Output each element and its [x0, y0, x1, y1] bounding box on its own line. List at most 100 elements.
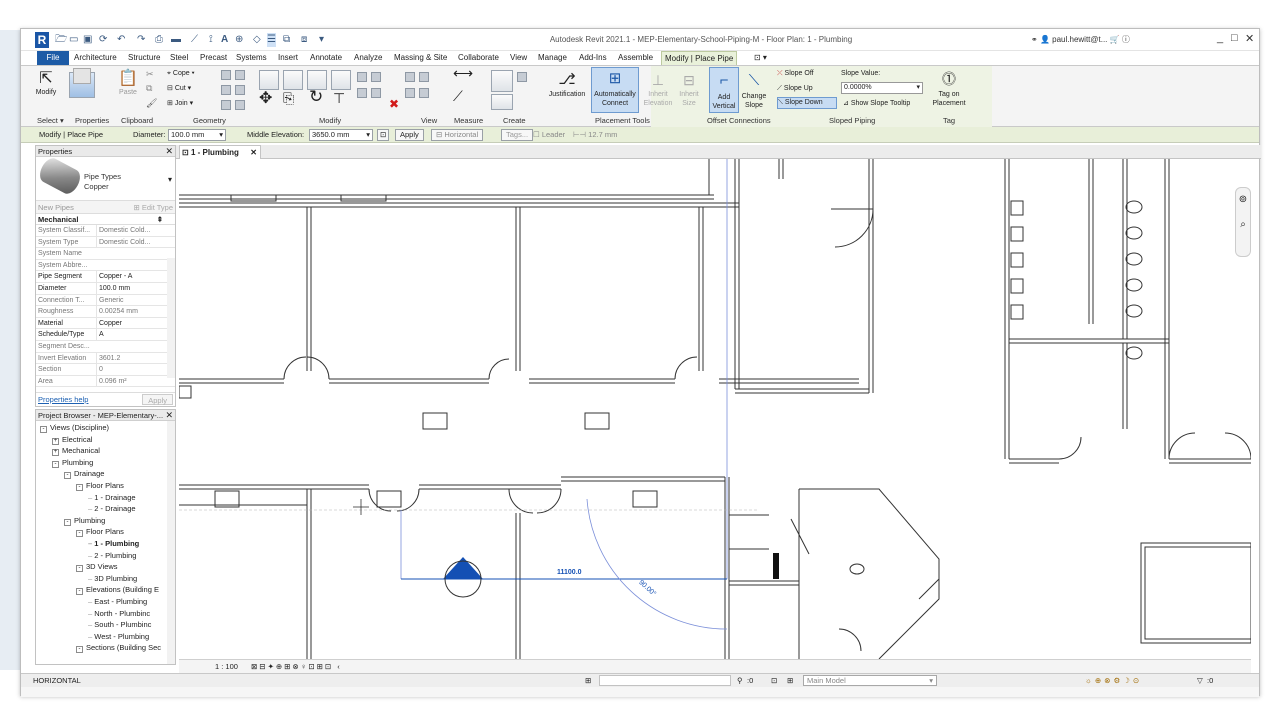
main-model-select[interactable]: Main Model ▾: [803, 675, 937, 686]
copy-icon[interactable]: ⎘: [283, 91, 294, 105]
split-gap-icon[interactable]: [371, 72, 381, 82]
browser-node[interactable]: – 1 - Drainage: [88, 493, 136, 503]
text-icon[interactable]: A: [221, 33, 228, 47]
browser-node[interactable]: - Drainage: [64, 469, 104, 480]
tab-precast[interactable]: Precast: [197, 51, 230, 65]
collapse-icon[interactable]: -: [76, 646, 83, 654]
property-row[interactable]: Segment Desc...: [36, 341, 175, 353]
slope-value-select[interactable]: 0.0000% ▾: [841, 82, 923, 94]
property-row[interactable]: Connection T... Generic: [36, 294, 175, 307]
copy-clipboard-icon[interactable]: ⧉: [146, 84, 152, 93]
category-mechanical[interactable]: Mechanical ⇞: [36, 214, 175, 225]
browser-node[interactable]: + Electrical: [52, 435, 92, 445]
leader-checkbox[interactable]: ☐ Leader: [533, 129, 565, 141]
browser-node[interactable]: - Elevations (Building E: [76, 585, 159, 596]
slope-up-tool[interactable]: ⟋ Slope Up: [777, 84, 829, 93]
sync-icon[interactable]: ⟳: [99, 33, 107, 47]
steering-wheel-icon[interactable]: ⊚: [1236, 194, 1250, 205]
default-3d-icon[interactable]: ⊕: [235, 33, 243, 47]
browser-node[interactable]: – 1 - Plumbing: [88, 539, 139, 549]
property-value[interactable]: 0.096 m²: [96, 375, 164, 387]
collapse-icon[interactable]: -: [76, 588, 83, 596]
tab-annotate[interactable]: Annotate: [307, 51, 345, 65]
instance-filter[interactable]: New Pipes ⊞ Edit Type: [36, 201, 175, 214]
trim-icon[interactable]: ⊤: [333, 91, 345, 105]
type-selector[interactable]: Pipe Types Copper ▾: [36, 155, 175, 201]
property-value[interactable]: Domestic Cold...: [96, 236, 164, 248]
qat-customize-icon[interactable]: ▾: [319, 33, 324, 47]
close-button[interactable]: ✕: [1245, 32, 1254, 45]
view-tool-2-icon[interactable]: [419, 88, 429, 98]
join-tool[interactable]: ⊞ Join ▾: [167, 99, 193, 108]
browser-node[interactable]: – 2 - Drainage: [88, 504, 136, 514]
expand-icon[interactable]: +: [52, 449, 59, 457]
browser-node[interactable]: – East - Plumbing: [88, 597, 147, 607]
collapse-icon[interactable]: -: [76, 565, 83, 573]
property-value[interactable]: 3601.2: [96, 352, 164, 364]
aligned-dimension-icon[interactable]: ⟋: [191, 33, 198, 47]
browser-node[interactable]: – 3D Plumbing: [88, 574, 137, 584]
drawing-canvas[interactable]: 11100.0 90.00° ⊚ ⌕: [179, 159, 1251, 659]
user-area[interactable]: ⚭ 👤 paul.hewitt@t... 🛒 ⓘ: [1031, 33, 1130, 47]
switch-windows-icon[interactable]: ⧈: [301, 33, 307, 47]
tab-architecture[interactable]: Architecture: [71, 51, 120, 65]
property-row[interactable]: Area 0.096 m²: [36, 375, 175, 388]
selection-filter-icons[interactable]: ☼⊕⊗⚙☽⊙: [1085, 674, 1142, 687]
tab-modify-place-pipe[interactable]: Modify | Place Pipe: [661, 51, 738, 65]
tab-structure[interactable]: Structure: [125, 51, 163, 65]
automatically-connect-tool[interactable]: ⊞ Automatically Connect: [591, 67, 639, 113]
browser-node[interactable]: - Floor Plans: [76, 527, 124, 538]
array-icon[interactable]: [357, 88, 367, 98]
cut-tool[interactable]: ⊟ Cut ▾: [167, 84, 191, 93]
view-tab-1-plumbing[interactable]: ⊡ 1 - Plumbing ✕: [179, 145, 261, 159]
navigation-bar[interactable]: ⊚ ⌕: [1235, 187, 1251, 257]
elevation-options-button[interactable]: ⊡: [377, 129, 390, 141]
editable-only-icon[interactable]: ⊡: [771, 674, 777, 687]
section-icon[interactable]: ◇: [253, 33, 261, 47]
browser-node[interactable]: - Views (Discipline): [40, 423, 109, 433]
print-icon[interactable]: ⎙: [155, 33, 163, 47]
view-tool-1-icon[interactable]: [419, 72, 429, 82]
create-similar-icon[interactable]: [491, 70, 513, 92]
property-value[interactable]: Generic: [96, 294, 164, 306]
browser-node[interactable]: – South - Plumbinc: [88, 620, 151, 630]
tab-overflow[interactable]: ⊡ ▾: [751, 51, 770, 65]
property-value[interactable]: Copper: [96, 317, 164, 329]
close-view-icon[interactable]: ✕: [250, 146, 257, 159]
cut-clipboard-icon[interactable]: ✂: [146, 70, 154, 79]
browser-node[interactable]: -3D Views: [76, 562, 118, 573]
property-value[interactable]: 100.0 mm: [96, 282, 164, 294]
tab-view[interactable]: View: [507, 51, 530, 65]
geometry-tool-6-icon[interactable]: [235, 100, 245, 110]
tags-button[interactable]: Tags...: [501, 129, 534, 141]
property-value[interactable]: A: [96, 329, 164, 340]
maximize-button[interactable]: □: [1231, 32, 1238, 44]
view-control-icons[interactable]: ⊠⊟✦⊕⊞⊗♀⊡⊞⊡ ‹: [251, 660, 342, 673]
browser-node[interactable]: + Mechanical: [52, 446, 100, 457]
cope-tool[interactable]: ⌖ Cope ▾: [167, 69, 195, 78]
geometry-tool-2-icon[interactable]: [221, 85, 231, 95]
open-icon[interactable]: 🗁: [55, 33, 67, 47]
dimension-icon[interactable]: ⟋: [453, 89, 463, 103]
mirror-draw-icon[interactable]: [331, 70, 351, 90]
tab-manage[interactable]: Manage: [535, 51, 570, 65]
geometry-tool-5-icon[interactable]: [235, 85, 245, 95]
property-row[interactable]: System Type Domestic Cold...: [36, 236, 175, 249]
geometry-tool-3-icon[interactable]: [221, 100, 231, 110]
filter-icon[interactable]: ▽: [1197, 674, 1203, 687]
open-folder-icon[interactable]: ▭: [69, 33, 78, 47]
tab-massing-site[interactable]: Massing & Site: [391, 51, 450, 65]
inherit-elevation-tool[interactable]: ⊥ Inherit Elevation: [641, 70, 675, 108]
change-slope-tool[interactable]: ⟍ Change Slope: [739, 70, 769, 110]
property-row[interactable]: Schedule/Type A: [36, 329, 175, 341]
measure-between-icon[interactable]: ⟷: [453, 66, 473, 80]
rotate-icon[interactable]: ↻: [309, 88, 323, 105]
show-slope-tooltip-tool[interactable]: ⊿ Show Slope Tooltip: [843, 99, 910, 108]
collapse-icon[interactable]: -: [52, 460, 59, 468]
design-options-icon[interactable]: ⚲: [737, 674, 743, 687]
property-row[interactable]: System Abbre...: [36, 260, 175, 272]
collapse-icon[interactable]: -: [64, 518, 71, 526]
geometry-tool-1-icon[interactable]: [221, 70, 231, 80]
leader-length-field[interactable]: ⊢⊣ 12.7 mm: [573, 129, 617, 141]
diameter-select[interactable]: 100.0 mm ▾: [168, 129, 226, 141]
